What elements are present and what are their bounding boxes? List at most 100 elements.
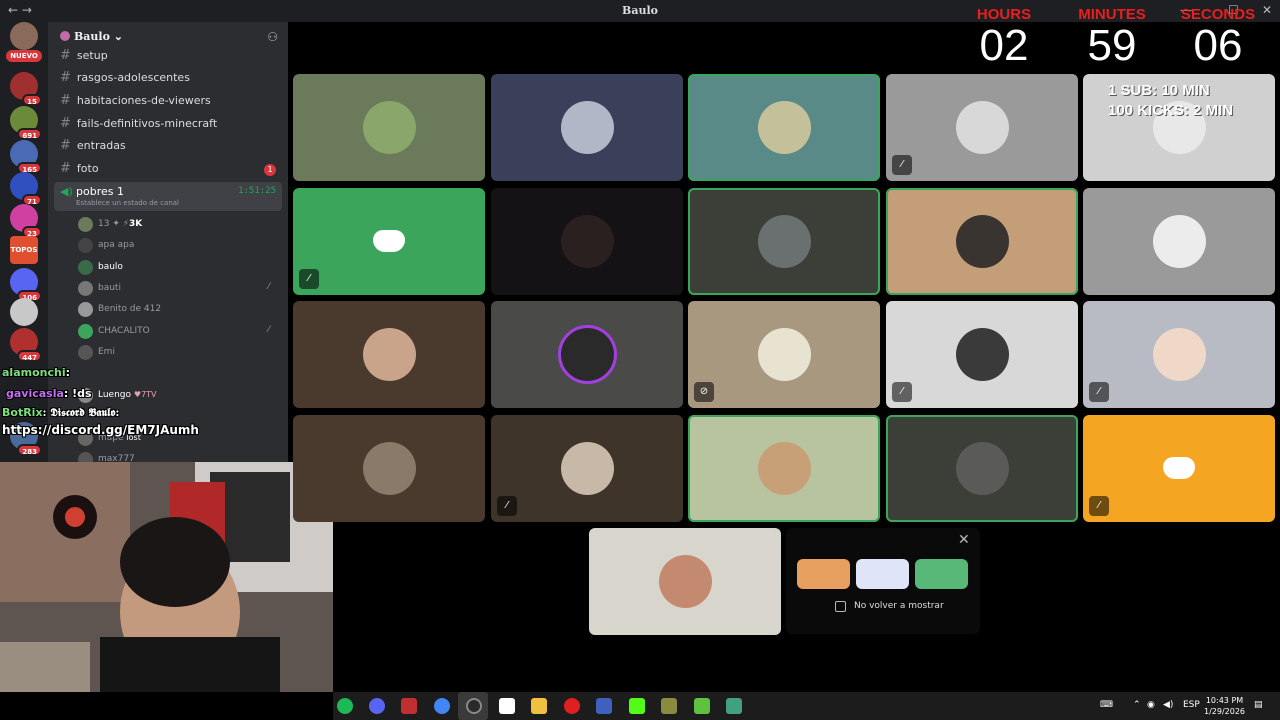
chat-link[interactable]: https://discord.gg/EM7JAumh — [2, 423, 199, 437]
timer-seconds: SECONDS 06 — [1168, 6, 1268, 69]
server-icon[interactable]: 447 — [10, 328, 42, 362]
taskbar-clock[interactable]: 10:43 PM 1/29/2026 — [1204, 695, 1245, 717]
hash-icon: # — [60, 93, 71, 108]
window-title: Baulo — [622, 4, 658, 17]
server-icon[interactable]: 165 — [10, 140, 42, 174]
timer-rule: 1 SUB: 10 MIN — [1108, 82, 1210, 99]
hash-icon: # — [60, 70, 71, 85]
server-icon[interactable]: TOPOS — [10, 236, 38, 264]
avatar — [758, 101, 811, 154]
participant-tile[interactable] — [886, 188, 1078, 295]
discord-icon[interactable] — [369, 698, 385, 714]
file-explorer-icon[interactable] — [531, 698, 547, 714]
participant-tile[interactable]: ⁄ — [1083, 301, 1275, 408]
activity-thumbnail[interactable] — [797, 559, 850, 589]
activity-thumbnail[interactable] — [915, 559, 968, 589]
taskbar: ⌨ ⌃ ◉ ◀) ESP 10:43 PM 1/29/2026 ▤ — [333, 692, 1280, 720]
opera-icon[interactable] — [564, 698, 580, 714]
server-icon[interactable]: 23 — [10, 204, 42, 238]
dont-show-checkbox[interactable] — [835, 601, 846, 612]
participant-tile[interactable] — [688, 74, 880, 181]
channel-item[interactable]: # fails-definitivos-minecraft — [60, 116, 217, 131]
minecraft-icon[interactable] — [661, 698, 677, 714]
voice-timer: 1:51:25 — [238, 186, 276, 196]
participant-tile[interactable] — [293, 74, 485, 181]
channel-item[interactable]: # setup — [60, 48, 108, 63]
participant-tile[interactable] — [491, 74, 683, 181]
avatar — [363, 442, 416, 495]
participant-tile[interactable]: ⁄ — [886, 301, 1078, 408]
participant-tile[interactable]: ⁄ — [1083, 415, 1275, 522]
clock-date: 1/29/2026 — [1204, 707, 1246, 716]
chat-message: alamonchi: — [2, 366, 70, 379]
participant-tile[interactable] — [491, 301, 683, 408]
voice-user-name: bauti — [98, 283, 121, 293]
channel-item[interactable]: # foto — [60, 161, 99, 176]
server-badge: 283 — [17, 444, 42, 456]
server-badge: 447 — [17, 350, 42, 362]
timer-minutes: MINUTES 59 — [1062, 6, 1162, 69]
avatar — [78, 217, 93, 232]
participant-tile[interactable] — [293, 301, 485, 408]
chat-user: BotRix — [2, 406, 43, 419]
voice-user-label: 13 ✦ ⚡3K — [98, 219, 143, 229]
server-logo-icon — [60, 31, 70, 41]
participant-tile[interactable] — [886, 415, 1078, 522]
voice-status[interactable]: Establece un estado de canal — [76, 199, 179, 207]
channel-label: fails-definitivos-minecraft — [76, 117, 218, 130]
server-icon[interactable] — [10, 22, 38, 50]
chrome-icon[interactable] — [434, 698, 450, 714]
mic-muted-icon: ⁄ — [1089, 496, 1109, 516]
video-off-icon: ⊘ — [694, 382, 714, 402]
avatar — [363, 101, 416, 154]
mic-muted-icon: ⁄ — [268, 282, 270, 292]
discord-logo-icon — [373, 230, 405, 252]
participant-tile[interactable] — [688, 188, 880, 295]
avatar — [758, 442, 811, 495]
channel-label: setup — [76, 49, 108, 62]
channel-item[interactable]: # entradas — [60, 138, 126, 153]
participant-tile[interactable]: ⊘ — [688, 301, 880, 408]
spotify-icon[interactable] — [337, 698, 353, 714]
chevron-up-icon[interactable]: ⌃ — [1133, 700, 1141, 710]
server-header[interactable]: Baulo ⌄ — [60, 30, 123, 43]
server-title: Baulo — [74, 30, 110, 43]
participant-tile[interactable] — [491, 188, 683, 295]
server-icon[interactable]: 15 — [10, 72, 42, 106]
clock-time: 10:43 PM — [1205, 696, 1244, 705]
discord-logo-icon — [1163, 457, 1195, 479]
participant-tile[interactable] — [688, 415, 880, 522]
app-icon[interactable] — [499, 698, 515, 714]
server-badge: 15 — [22, 94, 42, 106]
server-icon[interactable]: 106 — [10, 268, 42, 302]
participant-tile[interactable]: ⁄ — [293, 188, 485, 295]
obs-icon[interactable] — [466, 698, 482, 714]
app-icon[interactable] — [726, 698, 742, 714]
voicemod-icon[interactable] — [401, 698, 417, 714]
notification-icon[interactable]: ▤ — [1254, 700, 1263, 710]
mic-muted-icon: ⁄ — [892, 382, 912, 402]
keyboard-icon[interactable]: ⌨ — [1100, 700, 1113, 710]
server-icon[interactable] — [10, 298, 38, 326]
participant-tile[interactable]: ⁄ — [491, 415, 683, 522]
server-icon[interactable]: 71 — [10, 172, 42, 206]
close-icon[interactable]: ✕ — [958, 532, 970, 548]
nav-arrows[interactable]: ← → — [8, 3, 32, 17]
add-member-icon[interactable]: ⚇ — [267, 30, 278, 44]
volume-icon[interactable]: ◀) — [1163, 700, 1173, 710]
app-icon[interactable] — [694, 698, 710, 714]
activity-thumbnail[interactable] — [856, 559, 909, 589]
avatar — [758, 328, 811, 381]
app-icon[interactable] — [596, 698, 612, 714]
channel-item[interactable]: # rasgos-adolescentes — [60, 70, 190, 85]
self-preview-tile[interactable] — [589, 528, 781, 635]
participant-tile[interactable] — [1083, 188, 1275, 295]
network-icon[interactable]: ◉ — [1147, 700, 1155, 710]
language-indicator[interactable]: ESP — [1183, 700, 1200, 710]
participant-tile[interactable]: ⁄ — [886, 74, 1078, 181]
voice-channel[interactable]: ◀) pobres 1 1:51:25 Establece un estado … — [54, 182, 282, 211]
kick-icon[interactable] — [629, 698, 645, 714]
channel-item[interactable]: # habitaciones-de-viewers — [60, 93, 211, 108]
participant-tile[interactable] — [293, 415, 485, 522]
server-icon[interactable]: 691 — [10, 106, 42, 140]
